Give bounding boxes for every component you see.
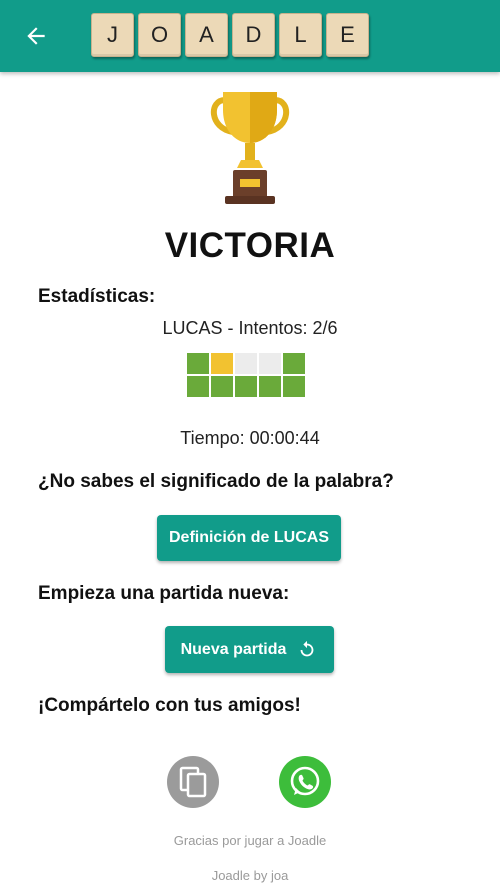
back-button[interactable]	[18, 18, 54, 54]
copy-button[interactable]	[167, 756, 219, 808]
thanks-text: Gracias por jugar a Joadle	[173, 833, 327, 848]
new-game-button-label: Nueva partida	[180, 640, 287, 658]
trophy-icon	[210, 92, 290, 204]
logo-tile: O	[138, 13, 181, 57]
time-text: Tiempo: 00:00:44	[180, 428, 320, 448]
logo-tile: E	[326, 13, 369, 57]
result-title: VICTORIA	[164, 226, 336, 265]
attempt-cell-green	[283, 376, 305, 397]
logo-tile: J	[91, 13, 134, 57]
logo-tile: A	[185, 13, 228, 57]
stats-label: Estadísticas:	[38, 286, 156, 307]
attempt-cell-green	[211, 376, 233, 397]
definition-button[interactable]: Definición de LUCAS	[157, 515, 341, 561]
attempt-cell-green	[187, 376, 209, 397]
copy-icon	[179, 766, 207, 798]
attempt-grid	[187, 353, 305, 397]
whatsapp-button[interactable]	[279, 756, 331, 808]
credit-text: Joadle by joa	[211, 868, 289, 883]
whatsapp-icon	[290, 766, 320, 796]
logo-tile: L	[279, 13, 322, 57]
definition-question: ¿No sabes el significado de la palabra?	[38, 471, 394, 492]
attempt-cell-green	[187, 353, 209, 374]
new-game-button[interactable]: Nueva partida	[165, 626, 334, 673]
logo-tiles: J O A D L E	[91, 13, 373, 57]
refresh-icon	[300, 640, 314, 656]
logo-tile: D	[232, 13, 275, 57]
attempt-cell-yellow	[211, 353, 233, 374]
attempt-cell-green	[283, 353, 305, 374]
attempt-cell-gray	[235, 353, 257, 374]
arrow-left-icon	[27, 27, 45, 45]
attempt-cell-gray	[259, 353, 281, 374]
new-game-label: Empieza una partida nueva:	[38, 583, 290, 604]
word-attempts-text: LUCAS - Intentos: 2/6	[162, 318, 338, 338]
attempt-cell-green	[235, 376, 257, 397]
app-bar: J O A D L E	[0, 0, 500, 72]
share-label: ¡Compártelo con tus amigos!	[38, 695, 301, 716]
attempt-cell-green	[259, 376, 281, 397]
definition-button-label: Definición de LUCAS	[168, 529, 329, 546]
